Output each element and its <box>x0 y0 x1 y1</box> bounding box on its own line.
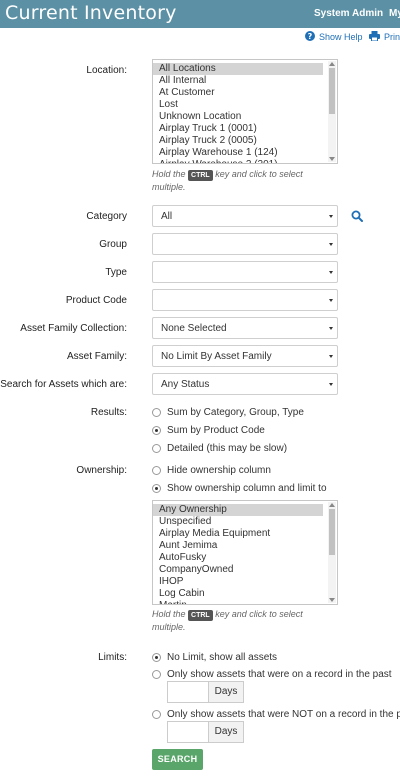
asset-family-select[interactable]: No Limit By Asset Family <box>152 345 338 367</box>
location-option[interactable]: Unknown Location <box>153 111 337 123</box>
days-input[interactable] <box>167 721 208 743</box>
help-icon: ? <box>305 31 315 43</box>
results-option-detailed[interactable]: Detailed (this may be slow) <box>152 443 287 454</box>
limits-option-not-on-record[interactable]: Only show assets that were NOT on a reco… <box>152 709 400 720</box>
category-select[interactable]: All <box>152 205 338 227</box>
ownership-option[interactable]: IHOP <box>153 576 337 588</box>
chevron-down-icon <box>329 215 333 218</box>
asset-family-collection-select[interactable]: None Selected <box>152 317 338 339</box>
print-link[interactable]: Print <box>369 31 400 43</box>
chevron-down-icon <box>329 355 333 358</box>
chevron-down-icon <box>329 271 333 274</box>
ownership-option[interactable]: AutoFusky <box>153 552 337 564</box>
ownership-option-show-limit[interactable]: Show ownership column and limit to <box>152 483 327 494</box>
days-input[interactable] <box>167 681 208 703</box>
ownership-label: Ownership: <box>76 465 127 476</box>
asset-family-collection-value: None Selected <box>161 323 227 334</box>
days-unit-label: Days <box>208 721 244 743</box>
search-icon[interactable] <box>351 210 363 225</box>
type-select[interactable] <box>152 261 338 283</box>
location-option[interactable]: All Locations <box>153 63 323 75</box>
asset-status-value: Any Status <box>161 379 210 390</box>
ownership-listbox[interactable]: Any Ownership Unspecified Airplay Media Eq… <box>152 500 338 605</box>
ownership-option-hide[interactable]: Hide ownership column <box>152 465 271 476</box>
radio-button[interactable] <box>152 653 161 662</box>
location-option[interactable]: Lost <box>153 99 337 111</box>
ownership-option[interactable]: Any Ownership <box>153 504 323 516</box>
results-option-sum-product-code[interactable]: Sum by Product Code <box>152 425 265 436</box>
ownership-scrollbar[interactable] <box>328 502 336 603</box>
group-label: Group <box>99 239 127 250</box>
limits-option-no-limit[interactable]: No Limit, show all assets <box>152 652 277 663</box>
ownership-option[interactable]: Martin <box>153 600 337 604</box>
days-field-on-record[interactable]: Days <box>167 681 244 703</box>
location-option[interactable]: At Customer <box>153 87 337 99</box>
limits-label: Limits: <box>98 652 127 663</box>
radio-button[interactable] <box>152 444 161 453</box>
location-option[interactable]: All Internal <box>153 75 337 87</box>
user-menu[interactable]: System Admin <box>314 8 383 19</box>
days-field-not-on-record[interactable]: Days <box>167 721 244 743</box>
my-menu[interactable]: My <box>389 8 400 19</box>
location-option[interactable]: Airplay Truck 1 (0001) <box>153 123 337 135</box>
location-hint: Hold the CTRL key and click to select mu… <box>152 169 303 192</box>
asset-family-collection-label: Asset Family Collection: <box>20 323 127 334</box>
ownership-option[interactable]: Log Cabin <box>153 588 337 600</box>
ctrl-key-badge: CTRL <box>188 610 213 621</box>
ownership-hint: Hold the CTRL key and click to select mu… <box>152 609 303 632</box>
chevron-down-icon <box>329 299 333 302</box>
radio-button[interactable] <box>152 466 161 475</box>
chevron-down-icon <box>329 383 333 386</box>
app-header: Current Inventory System Admin My <box>0 0 400 28</box>
printer-icon <box>369 31 380 43</box>
asset-family-label: Asset Family: <box>66 351 127 362</box>
location-option[interactable]: Airplay Truck 2 (0005) <box>153 135 337 147</box>
product-code-label: Product Code <box>65 295 127 306</box>
location-scrollbar[interactable] <box>328 61 336 162</box>
show-help-link[interactable]: ? Show Help <box>305 31 363 43</box>
chevron-down-icon <box>329 327 333 330</box>
page-title: Current Inventory <box>5 2 177 24</box>
radio-button[interactable] <box>152 710 161 719</box>
category-value: All <box>161 211 173 222</box>
radio-button[interactable] <box>152 484 161 493</box>
asset-status-select[interactable]: Any Status <box>152 373 338 395</box>
ownership-option[interactable]: Airplay Media Equipment <box>153 528 337 540</box>
location-option[interactable]: Airplay Warehouse 2 (201) <box>153 159 337 163</box>
radio-button[interactable] <box>152 408 161 417</box>
print-label: Print <box>384 32 400 42</box>
location-label: Location: <box>86 65 127 76</box>
search-assets-label: Search for Assets which are: <box>0 379 127 390</box>
location-listbox[interactable]: All Locations All Internal At Customer Lost… <box>152 59 338 164</box>
asset-family-value: No Limit By Asset Family <box>161 351 272 362</box>
radio-button[interactable] <box>152 426 161 435</box>
ownership-option[interactable]: Unspecified <box>153 516 337 528</box>
show-help-label: Show Help <box>319 32 363 42</box>
ownership-option[interactable]: Aunt Jemima <box>153 540 337 552</box>
radio-button[interactable] <box>152 670 161 679</box>
ctrl-key-badge: CTRL <box>188 170 213 181</box>
chevron-down-icon <box>329 243 333 246</box>
product-code-select[interactable] <box>152 289 338 311</box>
search-button[interactable]: SEARCH <box>152 749 203 770</box>
category-label: Category <box>86 211 127 222</box>
days-unit-label: Days <box>208 681 244 703</box>
group-select[interactable] <box>152 233 338 255</box>
type-label: Type <box>105 267 127 278</box>
svg-text:?: ? <box>308 32 313 41</box>
location-option[interactable]: Airplay Warehouse 1 (124) <box>153 147 337 159</box>
results-label: Results: <box>90 407 127 418</box>
ownership-option[interactable]: CompanyOwned <box>153 564 337 576</box>
results-option-sum-category[interactable]: Sum by Category, Group, Type <box>152 407 304 418</box>
limits-option-on-record[interactable]: Only show assets that were on a record i… <box>152 669 392 680</box>
